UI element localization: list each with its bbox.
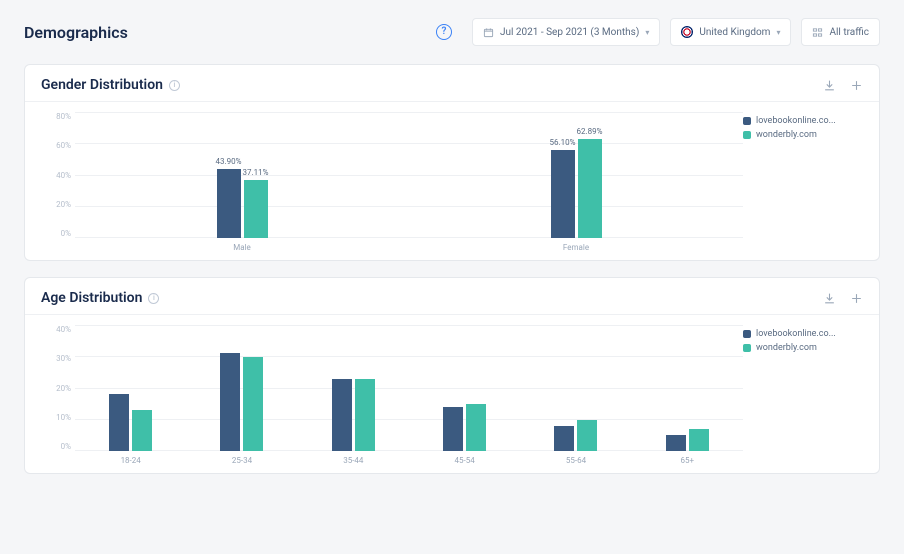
bar xyxy=(244,180,268,238)
bar xyxy=(220,353,240,451)
country-picker[interactable]: United Kingdom ▾ xyxy=(670,18,791,46)
download-icon[interactable] xyxy=(823,79,836,92)
bar xyxy=(217,169,241,238)
bar xyxy=(109,394,129,451)
legend-item: lovebookonline.co... xyxy=(743,116,863,126)
card-header: Age Distribution i xyxy=(25,278,879,315)
chevron-down-icon: ▾ xyxy=(776,28,780,37)
calendar-icon xyxy=(483,27,494,38)
swatch-series-b xyxy=(743,344,751,352)
bar xyxy=(577,420,597,452)
x-tick-label: 45-54 xyxy=(409,456,520,465)
bar xyxy=(443,407,463,451)
bar xyxy=(578,139,602,238)
traffic-filter-label: All traffic xyxy=(829,27,869,38)
bar xyxy=(554,426,574,451)
x-tick-label: 65+ xyxy=(632,456,743,465)
legend-item: wonderbly.com xyxy=(743,130,863,140)
value-label: 43.90% xyxy=(216,157,242,166)
swatch-series-a xyxy=(743,330,751,338)
page-title: Demographics xyxy=(24,23,426,42)
x-tick-label: 55-64 xyxy=(520,456,631,465)
legend-item: lovebookonline.co... xyxy=(743,329,863,339)
bar xyxy=(466,404,486,451)
legend: lovebookonline.co... wonderbly.com xyxy=(743,112,863,252)
bar xyxy=(355,379,375,451)
traffic-filter[interactable]: All traffic xyxy=(801,18,880,46)
country-label: United Kingdom xyxy=(699,27,770,38)
legend-label: wonderbly.com xyxy=(756,130,817,140)
legend-label: wonderbly.com xyxy=(756,343,817,353)
help-icon[interactable]: ? xyxy=(436,24,452,40)
legend-label: lovebookonline.co... xyxy=(756,329,836,339)
value-label: 56.10% xyxy=(550,138,576,147)
x-tick-label: 35-44 xyxy=(298,456,409,465)
bar xyxy=(243,357,263,452)
download-icon[interactable] xyxy=(823,292,836,305)
bar xyxy=(132,410,152,451)
chevron-down-icon: ▾ xyxy=(645,28,649,37)
flag-uk-icon xyxy=(681,26,693,38)
bar xyxy=(666,435,686,451)
info-icon[interactable]: i xyxy=(169,80,180,91)
add-icon[interactable] xyxy=(850,292,863,305)
bar xyxy=(689,429,709,451)
swatch-series-b xyxy=(743,131,751,139)
gender-card: Gender Distribution i 80%60%40%20%0%43.9… xyxy=(24,64,880,261)
bar xyxy=(551,150,575,238)
legend-label: lovebookonline.co... xyxy=(756,116,836,126)
age-chart: 40%30%20%10%0%18-2425-3435-4445-5455-646… xyxy=(41,325,743,465)
card-title: Gender Distribution i xyxy=(41,77,823,93)
value-label: 62.89% xyxy=(577,127,603,136)
gender-chart: 80%60%40%20%0%43.90%37.11%56.10%62.89%Ma… xyxy=(41,112,743,252)
legend-item: wonderbly.com xyxy=(743,343,863,353)
x-tick-label: 18-24 xyxy=(75,456,186,465)
card-title: Age Distribution i xyxy=(41,290,823,306)
card-title-text: Gender Distribution xyxy=(41,77,163,93)
date-range-picker[interactable]: Jul 2021 - Sep 2021 (3 Months) ▾ xyxy=(472,18,660,46)
swatch-series-a xyxy=(743,117,751,125)
card-header: Gender Distribution i xyxy=(25,65,879,102)
page-header: Demographics ? Jul 2021 - Sep 2021 (3 Mo… xyxy=(24,18,880,46)
x-tick-label: Female xyxy=(409,243,743,252)
x-tick-label: Male xyxy=(75,243,409,252)
x-tick-label: 25-34 xyxy=(186,456,297,465)
value-label: 37.11% xyxy=(243,168,269,177)
card-title-text: Age Distribution xyxy=(41,290,142,306)
date-range-label: Jul 2021 - Sep 2021 (3 Months) xyxy=(500,27,639,38)
age-card: Age Distribution i 40%30%20%10%0%18-2425… xyxy=(24,277,880,474)
legend: lovebookonline.co... wonderbly.com xyxy=(743,325,863,465)
add-icon[interactable] xyxy=(850,79,863,92)
bar xyxy=(332,379,352,451)
info-icon[interactable]: i xyxy=(148,293,159,304)
filter-icon xyxy=(812,27,823,38)
